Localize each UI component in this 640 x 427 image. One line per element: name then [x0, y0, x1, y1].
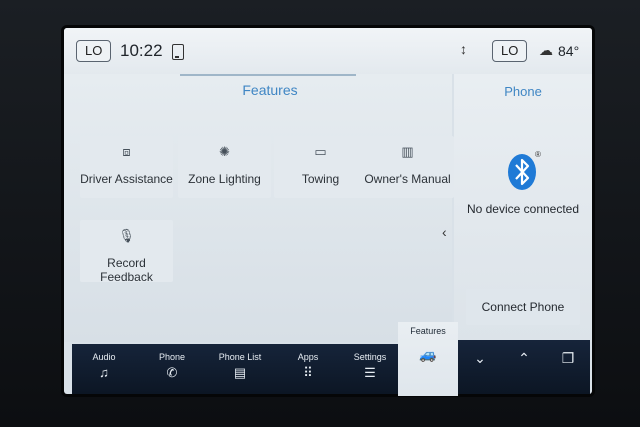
phone-status-icon: [172, 44, 184, 60]
apps-grid-icon: ⠿: [303, 365, 313, 380]
features-panel: Features ⧈ Driver Assistance ✺ Zone Ligh…: [64, 74, 454, 342]
nav-apps[interactable]: Apps ⠿: [276, 344, 340, 394]
outside-temperature: 84°: [558, 43, 580, 59]
clock: 10:22: [120, 41, 163, 60]
bluetooth-icon: [508, 154, 536, 190]
handset-icon: ✆: [166, 365, 178, 380]
chevron-down-icon[interactable]: ⌄: [458, 350, 502, 367]
nav-audio[interactable]: Audio ♫: [72, 344, 136, 394]
chevron-left-icon[interactable]: ‹: [442, 224, 447, 240]
towing-icon: ▭: [314, 144, 327, 159]
nav-label: Apps: [297, 352, 319, 362]
features-tab-underline: [180, 74, 356, 76]
vehicle-icon: 🚙: [419, 346, 437, 362]
copy-pages-icon[interactable]: ❐: [546, 350, 590, 367]
climate-right-setting[interactable]: LO: [492, 40, 528, 62]
phone-connection-status: No device connected: [466, 202, 580, 216]
nav-settings[interactable]: Settings ☰: [338, 344, 402, 394]
manual-book-icon: ▥: [401, 144, 414, 159]
features-title: Features: [242, 82, 298, 98]
microphone-icon: 🎙: [118, 228, 135, 243]
phone-list-icon: ▤: [233, 365, 247, 380]
nav-label: Settings: [353, 352, 387, 362]
nav-label: Phone List: [218, 352, 262, 362]
tile-label: Zone Lighting: [188, 172, 261, 186]
sort-arrows-icon[interactable]: ↕: [460, 41, 467, 57]
nav-phone[interactable]: Phone ✆: [140, 344, 204, 394]
tile-driver-assistance[interactable]: ⧈ Driver Assistance: [80, 136, 173, 198]
tile-zone-lighting[interactable]: ✺ Zone Lighting: [178, 136, 271, 198]
zone-lighting-icon: ✺: [219, 144, 230, 159]
status-bar: LO 10:22 ↕ LO ☁ 84°: [64, 28, 592, 74]
tile-label: Towing: [301, 172, 340, 186]
weather-icon: ☁: [539, 42, 553, 58]
connect-phone-button[interactable]: Connect Phone: [466, 289, 580, 325]
tile-label: Owner's Manual: [364, 172, 451, 186]
driver-assist-icon: ⧈: [122, 144, 131, 159]
tile-towing[interactable]: ▭ Towing: [274, 136, 367, 198]
registered-mark: ®: [535, 150, 541, 159]
nav-label: Phone: [158, 352, 186, 362]
climate-left-setting[interactable]: LO: [76, 40, 112, 62]
tile-owners-manual[interactable]: ▥ Owner's Manual: [361, 136, 454, 198]
music-note-icon: ♫: [99, 365, 109, 380]
nav-label: Features: [410, 326, 446, 336]
nav-phone-list[interactable]: Phone List ▤: [208, 344, 272, 394]
phone-panel: Phone ® No device connected Connect Phon…: [454, 74, 592, 342]
tile-label: Record Feedback: [100, 256, 153, 284]
chevron-up-icon[interactable]: ⌃: [502, 350, 546, 367]
nav-features[interactable]: Features 🚙: [398, 322, 458, 396]
sliders-icon: ☰: [364, 365, 376, 380]
phone-controls-bar: ⌄ ⌃ ❐: [458, 340, 590, 394]
tile-label: Driver Assistance: [80, 172, 173, 186]
tile-record-feedback[interactable]: 🎙 Record Feedback: [80, 220, 173, 284]
nav-label: Audio: [92, 352, 116, 362]
phone-title: Phone: [504, 84, 542, 99]
